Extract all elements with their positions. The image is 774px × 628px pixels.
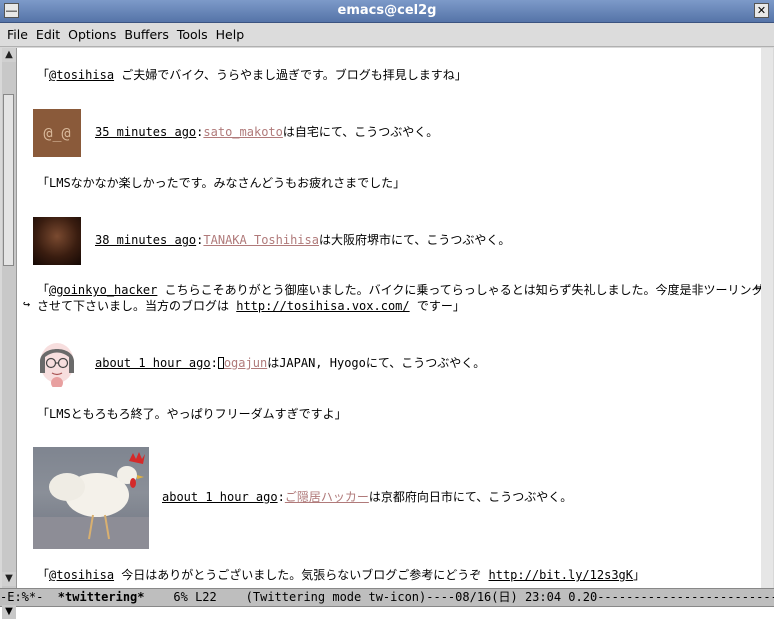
- menu-buffers[interactable]: Buffers: [120, 23, 172, 46]
- menu-help[interactable]: Help: [212, 23, 249, 46]
- url-link[interactable]: http://tosihisa.vox.com/: [236, 299, 409, 313]
- vertical-scrollbar[interactable]: ▲ ▼: [2, 48, 17, 588]
- tweet-body-continued: させて下さいまし。当方のブログは http://tosihisa.vox.com…: [37, 299, 465, 313]
- tweet-body: 「LMSなかなか楽しかったです。みなさんどうもお疲れさまでした」: [37, 176, 406, 190]
- tweet-header: 38 minutes ago:TANAKA Toshihisaは大阪府堺市にて、…: [95, 233, 511, 247]
- avatar-sato-makoto: @_@: [33, 109, 81, 157]
- mention-link[interactable]: @tosihisa: [49, 68, 114, 82]
- menu-tools[interactable]: Tools: [173, 23, 212, 46]
- right-fringe: [761, 48, 773, 588]
- user-link[interactable]: ご隠居ハッカー: [285, 490, 369, 504]
- modeline-buffer-name[interactable]: *twittering*: [58, 590, 145, 604]
- tweet-header: about 1 hour ago:ご隠居ハッカーは京都府向日市にて、こうつぶやく…: [162, 490, 573, 504]
- tweet-time-link[interactable]: 38 minutes ago: [95, 233, 196, 247]
- window-titlebar: ― emacs@cel2g ✕: [0, 0, 774, 23]
- menu-bar: File Edit Options Buffers Tools Help: [0, 23, 774, 47]
- window-title: emacs@cel2g: [337, 3, 437, 18]
- menu-options[interactable]: Options: [64, 23, 120, 46]
- tweet-header: 35 minutes ago:sato_makotoは自宅にて、こうつぶやく。: [95, 125, 439, 139]
- scroll-down-arrow-icon[interactable]: ▼: [2, 572, 16, 586]
- minibuffer-scroll-arrow-icon[interactable]: ▼: [2, 605, 16, 619]
- tweet-body: 「@goinkyo_hacker こちらこそありがとう御座いました。バイクに乗っ…: [37, 283, 761, 297]
- menu-edit[interactable]: Edit: [32, 23, 64, 46]
- avatar-tanaka-toshihisa: [33, 217, 81, 265]
- tweet-body: 「@tosihisa 今日はありがとうございました。気張らないブログご参考にどう…: [37, 568, 646, 582]
- twittering-buffer[interactable]: 「@tosihisa ご夫婦でバイク、うらやまし過ぎです。ブログも拝見しますね」…: [17, 48, 761, 588]
- minibuffer[interactable]: [0, 607, 774, 628]
- user-link[interactable]: ogajun: [224, 356, 267, 370]
- scroll-thumb[interactable]: [3, 94, 14, 266]
- close-window-button[interactable]: ✕: [754, 3, 769, 18]
- tweet-time-link[interactable]: 35 minutes ago: [95, 125, 196, 139]
- tweet-time-link[interactable]: about 1 hour ago: [95, 356, 211, 370]
- menu-file[interactable]: File: [3, 23, 32, 46]
- user-link[interactable]: sato_makoto: [203, 125, 282, 139]
- modeline-status: -E:%*-: [0, 590, 58, 604]
- tweet-body: 「LMSともろもろ終了。やっぱりフリーダムすぎですよ」: [37, 407, 347, 421]
- mention-link[interactable]: @tosihisa: [49, 568, 114, 582]
- url-link[interactable]: http://bit.ly/12s3gK: [489, 568, 634, 582]
- mode-line: -E:%*- *twittering* 6% L22 (Twittering m…: [0, 588, 774, 607]
- user-link[interactable]: TANAKA Toshihisa: [203, 233, 319, 247]
- avatar-ogajun: [33, 339, 81, 389]
- tweet-time-link[interactable]: about 1 hour ago: [162, 490, 278, 504]
- mention-link[interactable]: @goinkyo_hacker: [49, 283, 157, 297]
- tweet-body: 「@tosihisa ご夫婦でバイク、うらやまし過ぎです。ブログも拝見しますね」: [37, 68, 467, 82]
- avatar-goinkyo-hacker: [33, 447, 149, 549]
- tweet-header: about 1 hour ago: ogajunはJAPAN, Hyogoにて、こ…: [95, 356, 486, 370]
- modeline-info: 6% L22 (Twittering mode tw-icon)----08/1…: [144, 590, 774, 604]
- wrap-continuation-icon: ↪: [23, 297, 31, 311]
- scroll-up-arrow-icon[interactable]: ▲: [2, 48, 16, 62]
